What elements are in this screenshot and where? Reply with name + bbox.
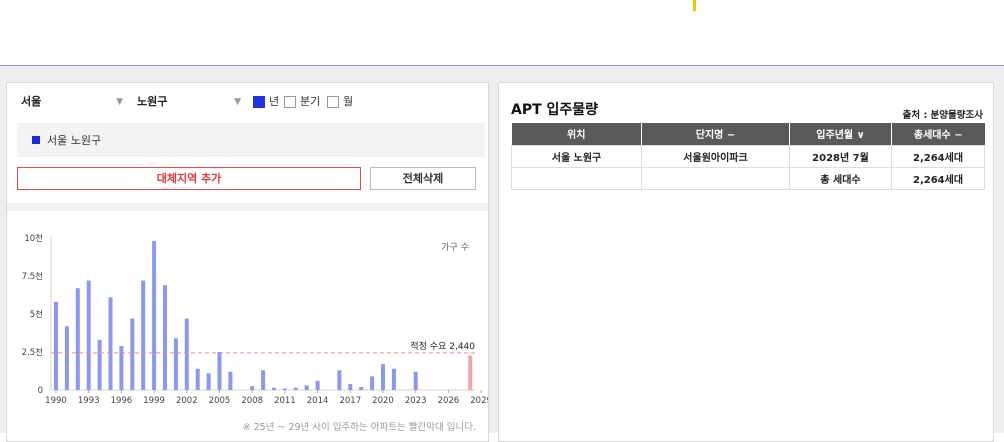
city-select-value: 서울: [21, 95, 42, 108]
chart-bar: [468, 355, 473, 390]
period-year-checkbox[interactable]: [253, 96, 265, 108]
x-tick-label: 2002: [176, 396, 198, 406]
period-year-label: 년: [269, 95, 280, 108]
period-month-checkbox[interactable]: [327, 96, 339, 108]
x-tick-label: 2026: [438, 396, 460, 406]
chart-bar: [163, 285, 167, 390]
x-tick-label: 1996: [111, 396, 133, 406]
x-tick-label: 2017: [339, 396, 361, 406]
col-total-units[interactable]: 총세대수 −: [891, 123, 985, 145]
chart-bar: [261, 370, 266, 390]
chart-bar: [86, 280, 91, 390]
district-select[interactable]: 노원구 ▼: [133, 91, 245, 113]
chart-bar: [282, 388, 287, 390]
chart-bar: [293, 387, 298, 390]
table-row: 서울 노원구 서울원아이파크 2028년 7월 2,264세대: [511, 144, 985, 168]
col-complex-name[interactable]: 단지명 −: [641, 123, 790, 145]
table-total-row: 총 세대수 2,264세대: [511, 166, 985, 190]
cell-total-value: 2,264세대: [891, 166, 985, 190]
cell-complex-name: 서울원아이파크: [641, 144, 790, 168]
region-label: 서울 노원구: [47, 134, 102, 147]
chart-bar: [75, 288, 80, 390]
col-move-in-date[interactable]: 입주년월 ∨: [789, 123, 892, 145]
add-region-button[interactable]: 대체지역 추가: [17, 167, 361, 190]
supply-table-panel: APT 입주물량 출처 : 분양물량조사 위치 단지명 − 입주년월 ∨ 총세대…: [498, 82, 994, 442]
x-tick-label: 2014: [307, 396, 329, 406]
top-accent-mark: [693, 0, 696, 11]
data-source: 출처 : 분양물량조사: [902, 110, 983, 121]
delete-all-button[interactable]: 전체삭제: [370, 167, 476, 190]
y-tick-label: 7.5천: [22, 271, 43, 282]
chart-bar: [228, 371, 233, 390]
chart-bar: [195, 368, 200, 390]
legend-label: 가구 수: [441, 242, 469, 253]
chart-note: ※ 25년 ~ 29년 사이 입주하는 아파트는 빨간막대 입니다.: [242, 422, 476, 433]
chart-bar: [348, 383, 353, 390]
x-tick-label: 2005: [209, 396, 231, 406]
chart-bar: [413, 371, 418, 390]
x-tick-label: 2011: [274, 396, 296, 406]
chart-bar: [130, 318, 135, 390]
cell-empty: [641, 166, 790, 190]
x-tick-label: 1990: [45, 396, 67, 406]
y-tick-label: 5천: [30, 309, 43, 320]
chart-bar: [304, 385, 309, 390]
cell-location: 서울 노원구: [511, 144, 642, 168]
x-tick-label: 2020: [372, 396, 394, 406]
top-header: [0, 0, 1004, 66]
chart-bar: [141, 280, 146, 390]
chart-bar: [272, 387, 276, 390]
chart-bar: [173, 338, 178, 390]
chart-bar: [97, 339, 102, 390]
chart-bar: [64, 326, 69, 390]
period-quarter-checkbox[interactable]: [284, 96, 296, 108]
chevron-down-icon: ▼: [234, 97, 241, 107]
chart-bar: [250, 386, 255, 390]
period-month-label: 월: [343, 95, 354, 108]
x-tick-label: 2029: [470, 396, 488, 406]
section-divider: [7, 203, 488, 211]
reference-label: 적정 수요 2,440: [410, 340, 475, 352]
chart-bar: [391, 368, 396, 390]
x-tick-label: 1999: [143, 396, 165, 406]
period-quarter-label: 분기: [300, 95, 321, 108]
y-tick-label: 10천: [24, 233, 43, 244]
cell-empty: [511, 166, 642, 190]
cell-move-in-date: 2028년 7월: [789, 144, 892, 168]
chevron-down-icon: ▼: [116, 97, 123, 107]
chart-bar: [54, 301, 58, 390]
x-tick-label: 1993: [78, 396, 100, 406]
chart-bar: [108, 297, 113, 390]
x-tick-label: 2008: [241, 396, 263, 406]
table-title: APT 입주물량: [511, 102, 599, 118]
chart-bar: [152, 241, 157, 390]
cell-total-units: 2,264세대: [891, 144, 985, 168]
chart-bar: [217, 352, 222, 390]
selected-region-item: 서울 노원구: [17, 123, 485, 157]
district-select-value: 노원구: [137, 95, 168, 108]
chart-panel: 서울 ▼ 노원구 ▼ 년 분기 월 서울 노원구 대체지역 추가 전체삭제 0 2…: [6, 82, 489, 442]
chart-bar: [370, 376, 375, 390]
y-tick-label: 2.5천: [22, 347, 43, 358]
chart-bar: [206, 373, 211, 390]
col-location[interactable]: 위치: [511, 123, 642, 145]
x-tick-label: 2023: [405, 396, 427, 406]
table-header-row: 위치 단지명 − 입주년월 ∨ 총세대수 −: [511, 123, 985, 145]
cell-total-label: 총 세대수: [789, 166, 892, 190]
supply-bar-chart: 0 2.5천 5천 7.5천 10천 1990 1993 1996 1999 2002 2005 20…: [22, 233, 488, 406]
chart-bar: [315, 380, 320, 390]
y-tick-label: 0: [38, 386, 43, 396]
region-color-marker: [32, 136, 40, 144]
supply-table: 위치 단지명 − 입주년월 ∨ 총세대수 − 서울 노원구 서울원아이파크 20…: [511, 123, 985, 190]
chart-bar: [359, 386, 364, 390]
chart-bar: [381, 364, 385, 390]
chart-bar: [337, 370, 342, 390]
city-select[interactable]: 서울 ▼: [17, 91, 127, 113]
chart-bar: [184, 318, 189, 390]
